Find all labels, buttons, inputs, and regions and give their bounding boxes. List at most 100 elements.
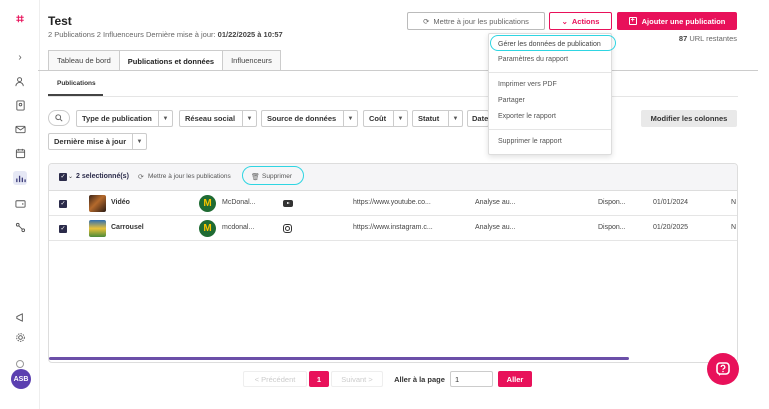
- refresh-icon: ⟳: [423, 16, 430, 26]
- publication-date: 01/01/2024: [653, 199, 689, 206]
- row-checkbox[interactable]: ✓: [59, 225, 67, 233]
- tab-dashboard[interactable]: Tableau de bord: [48, 50, 120, 70]
- filter-label: Réseau social: [185, 114, 236, 123]
- reports-icon[interactable]: [13, 171, 27, 185]
- update-publications-button[interactable]: ⟳ Mettre à jour les publications: [407, 12, 545, 30]
- menu-item-delete-report[interactable]: Supprimer le rapport: [498, 138, 562, 145]
- search-icon: [55, 114, 63, 122]
- last-update-date: 01/22/2025 à 10:57: [217, 30, 283, 39]
- filter-last-update[interactable]: Dernière mise à jour ▼: [48, 133, 147, 150]
- influencer-name[interactable]: McDonal...: [222, 199, 255, 206]
- chevron-down-icon: ▼: [132, 134, 146, 149]
- menu-item-report-settings[interactable]: Paramètres du rapport: [498, 56, 568, 63]
- announcement-icon[interactable]: [13, 310, 27, 324]
- filter-label: Source de données: [267, 114, 337, 123]
- menu-item-print-pdf[interactable]: Imprimer vers PDF: [498, 81, 557, 88]
- report-stats-text: 2 Publications 2 Influenceurs Dernière m…: [48, 30, 218, 39]
- add-publication-button[interactable]: + Ajouter une publication: [617, 12, 737, 30]
- chevron-down-icon: ▼: [448, 111, 462, 126]
- post-thumbnail: [89, 195, 106, 212]
- chevron-down-icon: ▼: [343, 111, 357, 126]
- chevron-down-icon: ⌄: [561, 16, 568, 26]
- notification-dot: [16, 360, 24, 368]
- refresh-icon: ⟳: [138, 174, 144, 181]
- filter-cost[interactable]: Coût ▼: [363, 110, 408, 127]
- filter-status[interactable]: Statut ▼: [412, 110, 463, 127]
- report-stats: 2 Publications 2 Influenceurs Dernière m…: [48, 30, 283, 39]
- instagram-icon: [283, 224, 292, 233]
- url-count: 87: [678, 34, 688, 43]
- settings-gear-icon[interactable]: [13, 330, 27, 344]
- table-row[interactable]: ✓ Vidéo M McDonal... https://www.youtube…: [49, 191, 737, 216]
- goto-page-button[interactable]: Aller: [498, 371, 532, 387]
- extra-column: N: [731, 199, 737, 206]
- row-checkbox[interactable]: ✓: [59, 200, 67, 208]
- chevron-down-icon: ▼: [393, 111, 407, 126]
- previous-page-button[interactable]: < Précédent: [243, 371, 307, 387]
- post-url[interactable]: https://www.instagram.c...: [353, 224, 433, 231]
- analysis-status: Analyse au...: [475, 199, 516, 206]
- page-title: Test: [48, 14, 72, 28]
- mcdonalds-logo-icon: M: [199, 195, 216, 212]
- integrations-icon[interactable]: [13, 220, 27, 234]
- influencer-name[interactable]: mcdonal...: [222, 224, 254, 231]
- highlight-ring: [242, 166, 304, 185]
- contacts-icon[interactable]: [13, 98, 27, 112]
- filter-date[interactable]: Date: [467, 110, 489, 127]
- filter-label: Type de publication: [82, 114, 152, 123]
- app-logo-icon[interactable]: ⌗: [13, 11, 27, 26]
- wallet-icon[interactable]: [13, 196, 27, 210]
- url-remaining: 87 URL restantes: [679, 34, 737, 43]
- chevron-down-icon: ▼: [242, 111, 256, 126]
- next-page-button[interactable]: Suivant >: [331, 371, 383, 387]
- bulk-update-button[interactable]: Mettre à jour les publications: [148, 173, 231, 180]
- selected-count: 2 selectionné(s): [76, 173, 129, 180]
- select-all-checkbox[interactable]: ✓: [59, 173, 67, 181]
- post-name[interactable]: Carrousel: [111, 224, 144, 231]
- url-remaining-label: URL restantes: [687, 34, 737, 43]
- menu-item-export[interactable]: Exporter le rapport: [498, 113, 556, 120]
- menu-divider: [489, 72, 611, 73]
- goto-page-input[interactable]: [450, 371, 493, 387]
- youtube-icon: [283, 200, 293, 207]
- availability: Dispon...: [598, 224, 626, 231]
- chevron-down-icon: ▼: [158, 111, 172, 126]
- filter-social-network[interactable]: Réseau social ▼: [179, 110, 257, 127]
- influencers-icon[interactable]: [13, 74, 27, 88]
- goto-page-label: Aller à la page: [394, 374, 445, 384]
- subtab-publications[interactable]: Publications: [57, 80, 96, 87]
- extra-column: N: [731, 224, 737, 231]
- actions-button[interactable]: ⌄ Actions: [549, 12, 612, 30]
- add-publication-label: Ajouter une publication: [641, 16, 726, 26]
- expand-sidebar-icon[interactable]: ›: [13, 50, 27, 64]
- tab-influencers[interactable]: Influenceurs: [222, 50, 281, 70]
- horizontal-scrollbar[interactable]: [49, 357, 629, 360]
- search-button[interactable]: [48, 110, 70, 126]
- modify-columns-button[interactable]: Modifier les colonnes: [641, 110, 737, 127]
- actions-label: Actions: [571, 16, 600, 26]
- filter-publication-type[interactable]: Type de publication ▼: [76, 110, 173, 127]
- table-row[interactable]: ✓ Carrousel M mcdonal... https://www.ins…: [49, 216, 737, 241]
- filter-label: Dernière mise à jour: [54, 137, 127, 146]
- sidebar: ⌗ › ASB: [0, 0, 40, 409]
- post-thumbnail: [89, 220, 106, 237]
- filter-label: Date: [472, 114, 489, 123]
- post-url[interactable]: https://www.youtube.co...: [353, 199, 431, 206]
- current-page-button[interactable]: 1: [309, 371, 329, 387]
- filter-label: Statut: [418, 114, 440, 123]
- calendar-icon[interactable]: [13, 146, 27, 160]
- filter-data-source[interactable]: Source de données ▼: [261, 110, 358, 127]
- highlight-ring: [490, 35, 616, 51]
- help-chat-button[interactable]: [707, 353, 739, 385]
- availability: Dispon...: [598, 199, 626, 206]
- mcdonalds-logo-icon: M: [199, 220, 216, 237]
- user-avatar[interactable]: ASB: [11, 369, 31, 389]
- post-name[interactable]: Vidéo: [111, 199, 130, 206]
- analysis-status: Analyse au...: [475, 224, 516, 231]
- chevron-down-icon[interactable]: ⌄: [68, 173, 73, 180]
- menu-item-share[interactable]: Partager: [498, 97, 525, 104]
- publication-date: 01/20/2025: [653, 224, 689, 231]
- mail-icon[interactable]: [13, 122, 27, 136]
- tab-publications-data[interactable]: Publications et données: [118, 50, 224, 71]
- publications-table: ✓ ⌄ 2 selectionné(s) ⟳ Mettre à jour les…: [48, 163, 738, 363]
